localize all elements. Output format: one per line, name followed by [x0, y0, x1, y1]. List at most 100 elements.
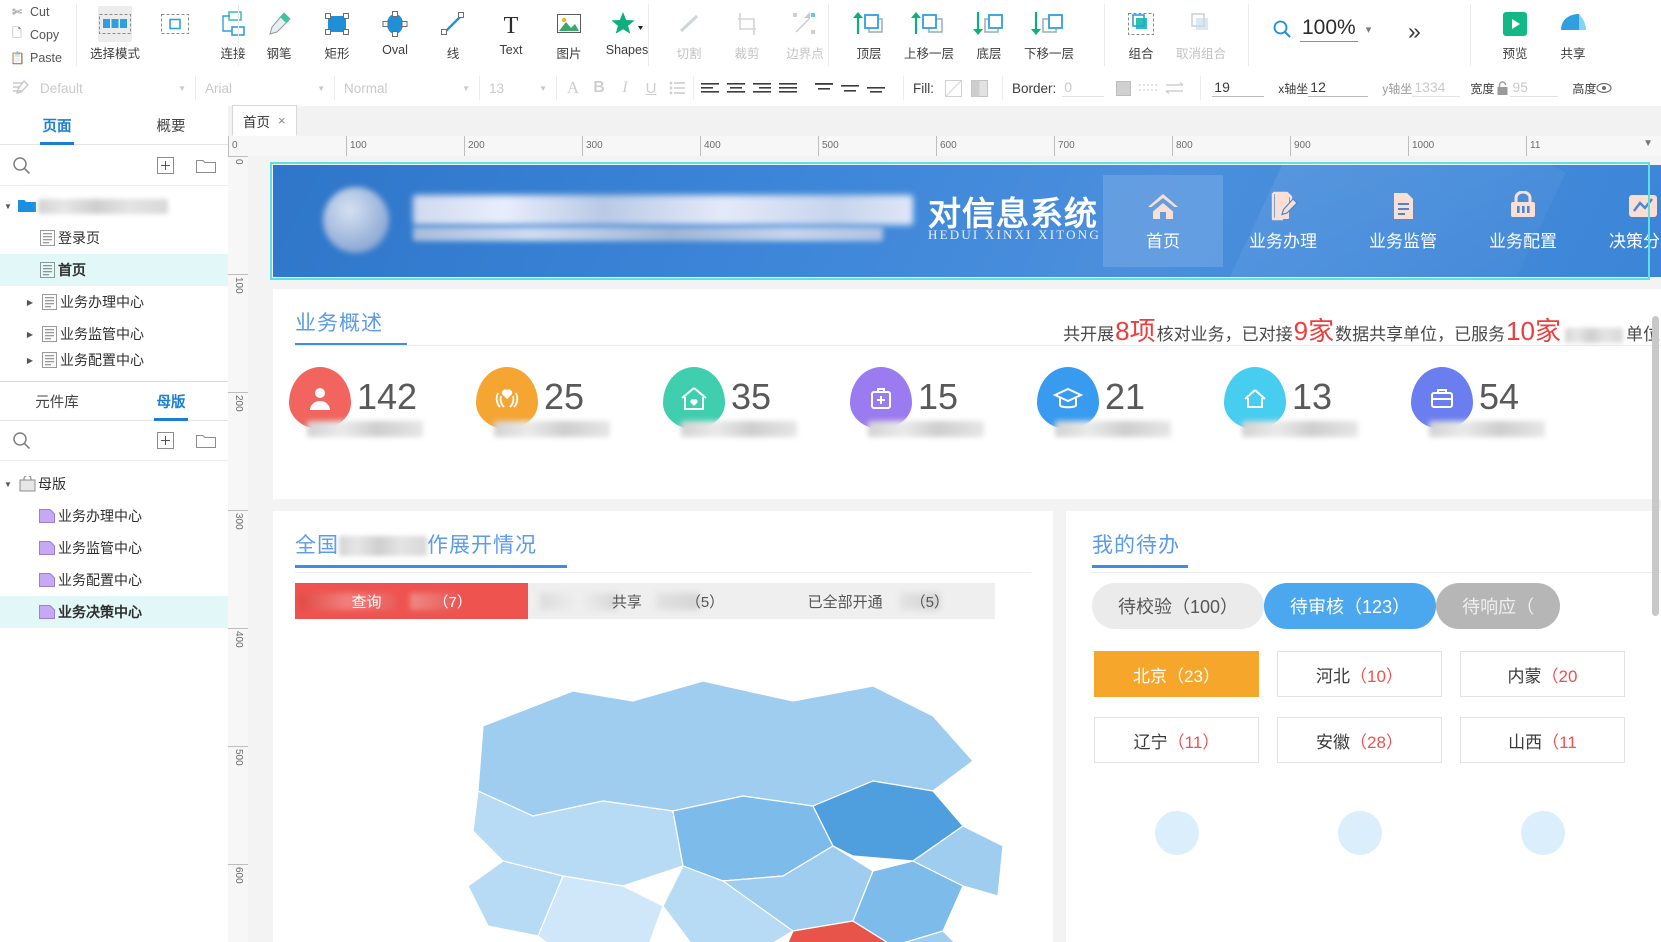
align-justify-button[interactable]	[775, 75, 801, 101]
todo-tab-pending-verify[interactable]: 待校验（100）	[1092, 583, 1265, 629]
underline-button[interactable]: U	[638, 75, 664, 101]
bring-forward-button[interactable]: 上移一层	[898, 2, 960, 62]
zoom-control[interactable]: 100% ▾	[1272, 16, 1371, 42]
chevron-down-icon[interactable]: ▼	[0, 202, 16, 211]
chevron-down-icon[interactable]: ▼	[0, 480, 16, 489]
font-color-button[interactable]: A	[560, 75, 586, 101]
slice-button[interactable]: 切割	[660, 2, 718, 62]
region-chip-hebei[interactable]: 河北 （10）	[1277, 651, 1442, 697]
tree-node-biz-config-center[interactable]: ▶ 业务配置中心	[0, 350, 228, 370]
vertical-ruler[interactable]: 0 100 200 300 400 500 600	[228, 156, 249, 942]
map-pill-share[interactable]: 共享 （5）	[528, 583, 762, 619]
list-button[interactable]	[664, 75, 690, 101]
tab-masters[interactable]: 母版	[114, 382, 228, 420]
align-left-button[interactable]	[697, 75, 723, 101]
cut-button[interactable]: ✄ Cut	[0, 0, 76, 23]
oval-button[interactable]: Oval	[366, 2, 424, 57]
close-icon[interactable]: ×	[278, 113, 286, 128]
chevron-right-icon[interactable]: ▶	[22, 330, 38, 339]
nav-item-business-config[interactable]: 业务配置	[1463, 175, 1583, 267]
copy-button[interactable]: 🗋 Copy	[0, 23, 76, 46]
tree-node-masters-root[interactable]: ▼ 母版	[0, 468, 228, 500]
font-family-select[interactable]: Arial ▼	[199, 75, 331, 101]
horizontal-ruler[interactable]: 0 100 200 300 400 500 600 700 800 900 1000 11	[228, 136, 1661, 157]
nav-item-decision-analysis[interactable]: 决策分析	[1583, 175, 1661, 267]
add-master-icon[interactable]	[157, 431, 174, 449]
style-painter-icon[interactable]	[8, 75, 34, 101]
stat-item[interactable]: 35	[663, 367, 850, 437]
tab-pages[interactable]: 页面	[0, 106, 114, 144]
tree-node-home-page[interactable]: 首页	[0, 254, 228, 286]
valign-top-button[interactable]	[811, 75, 837, 101]
pen-button[interactable]: 钢笔	[250, 2, 308, 62]
map-pill-all-open[interactable]: 已全部开通 （5）	[761, 583, 995, 619]
chevron-right-icon[interactable]: ▶	[22, 298, 38, 307]
todo-card[interactable]: 我的待办 待校验（100） 待审核（123） 待响应（ 北京 （23） 河北 （10…	[1066, 511, 1661, 942]
font-size-select[interactable]: 13 ▼	[483, 75, 553, 101]
search-icon[interactable]	[12, 431, 31, 450]
tree-node-master-biz-supervision[interactable]: 业务监管中心	[0, 532, 228, 564]
bring-to-front-button[interactable]: 顶层	[840, 2, 898, 62]
send-to-back-button[interactable]: 底层	[960, 2, 1018, 62]
new-folder-icon[interactable]	[196, 157, 216, 174]
share-button[interactable]: 共享	[1544, 2, 1602, 62]
stat-item[interactable]: 54	[1411, 367, 1598, 437]
todo-tab-pending-response[interactable]: 待响应（	[1436, 583, 1561, 629]
fill-none-swatch[interactable]	[940, 75, 966, 101]
nav-item-business-supervision[interactable]: 业务监管	[1343, 175, 1463, 267]
stat-item[interactable]: 21	[1037, 367, 1224, 437]
select-mode-button[interactable]: 选择模式	[84, 2, 146, 62]
todo-tab-pending-review[interactable]: 待审核（123）	[1264, 583, 1437, 629]
width-input[interactable]: 95	[1510, 79, 1559, 97]
border-color-swatch[interactable]	[1110, 75, 1136, 101]
add-page-icon[interactable]	[157, 156, 174, 174]
x-coord-input[interactable]: 12	[1308, 79, 1369, 97]
tab-outline[interactable]: 概要	[114, 106, 228, 144]
todo-circle-item[interactable]	[1094, 811, 1259, 881]
nav-item-business-handling[interactable]: 业务办理	[1223, 175, 1343, 267]
valign-middle-button[interactable]	[837, 75, 863, 101]
canvas-tab-home[interactable]: 首页 ×	[232, 105, 297, 136]
paste-button[interactable]: 📋 Paste	[0, 46, 76, 69]
border-style-button[interactable]	[1136, 75, 1162, 101]
region-chip-neimeng[interactable]: 内蒙 （20	[1460, 651, 1625, 697]
text-button[interactable]: T Text	[482, 2, 540, 57]
tree-node-login-page[interactable]: 登录页	[0, 222, 228, 254]
new-master-folder-icon[interactable]	[196, 432, 216, 449]
marquee-button[interactable]	[146, 2, 204, 43]
chevron-right-icon[interactable]: ▶	[22, 356, 38, 365]
tree-node-biz-handling-center[interactable]: ▶ 业务办理中心	[0, 286, 228, 318]
toolbar-overflow-button[interactable]: »	[1408, 18, 1421, 45]
lock-aspect-icon[interactable]	[1494, 75, 1510, 101]
region-chip-anhui[interactable]: 安徽 （28）	[1277, 717, 1442, 763]
valign-bottom-button[interactable]	[863, 75, 889, 101]
tree-node-biz-supervision-center[interactable]: ▶ 业务监管中心	[0, 318, 228, 350]
region-chip-beijing[interactable]: 北京 （23）	[1094, 651, 1259, 697]
region-chip-shanxi[interactable]: 山西 （11	[1460, 717, 1625, 763]
chevron-down-icon[interactable]: ▾	[1366, 23, 1372, 36]
mock-site-banner[interactable]: 对信息系统 HEDUI XINXI XITONG 首页 业务办理 业务监管 业务…	[273, 165, 1661, 277]
border-width-input[interactable]: 0	[1062, 79, 1105, 97]
map-card[interactable]: 全国 作展开情况 查询 （7） 共享 （5） 已全部开通 （5）	[273, 511, 1053, 942]
todo-circle-item[interactable]	[1277, 811, 1442, 881]
stat-item[interactable]: 13	[1224, 367, 1411, 437]
nav-item-home[interactable]: 首页	[1103, 175, 1223, 267]
height-eye-icon[interactable]	[1596, 75, 1612, 101]
align-right-button[interactable]	[749, 75, 775, 101]
tree-node-master-biz-config[interactable]: 业务配置中心	[0, 564, 228, 596]
opacity-input[interactable]: 19	[1212, 79, 1265, 97]
tree-node-master-biz-handling[interactable]: 业务办理中心	[0, 500, 228, 532]
stat-item[interactable]: 142	[289, 367, 476, 437]
zoom-value[interactable]: 100%	[1300, 16, 1358, 42]
image-button[interactable]: 图片	[540, 2, 598, 62]
design-canvas[interactable]: 对信息系统 HEDUI XINXI XITONG 首页 业务办理 业务监管 业务…	[248, 156, 1661, 942]
boundary-point-button[interactable]: 边界点	[776, 2, 834, 62]
align-center-button[interactable]	[723, 75, 749, 101]
border-arrow-button[interactable]	[1162, 75, 1188, 101]
tree-node-master-biz-decision[interactable]: 业务决策中心	[0, 596, 228, 628]
todo-circle-item[interactable]	[1460, 811, 1625, 881]
ungroup-button[interactable]: 取消组合	[1170, 2, 1232, 62]
overview-card[interactable]: 业务概述 共开展8项核对业务，已对接9家数据共享单位，已服务10家单位， 142	[273, 289, 1661, 499]
stat-item[interactable]: 15	[850, 367, 1037, 437]
china-map[interactable]	[273, 631, 1053, 942]
